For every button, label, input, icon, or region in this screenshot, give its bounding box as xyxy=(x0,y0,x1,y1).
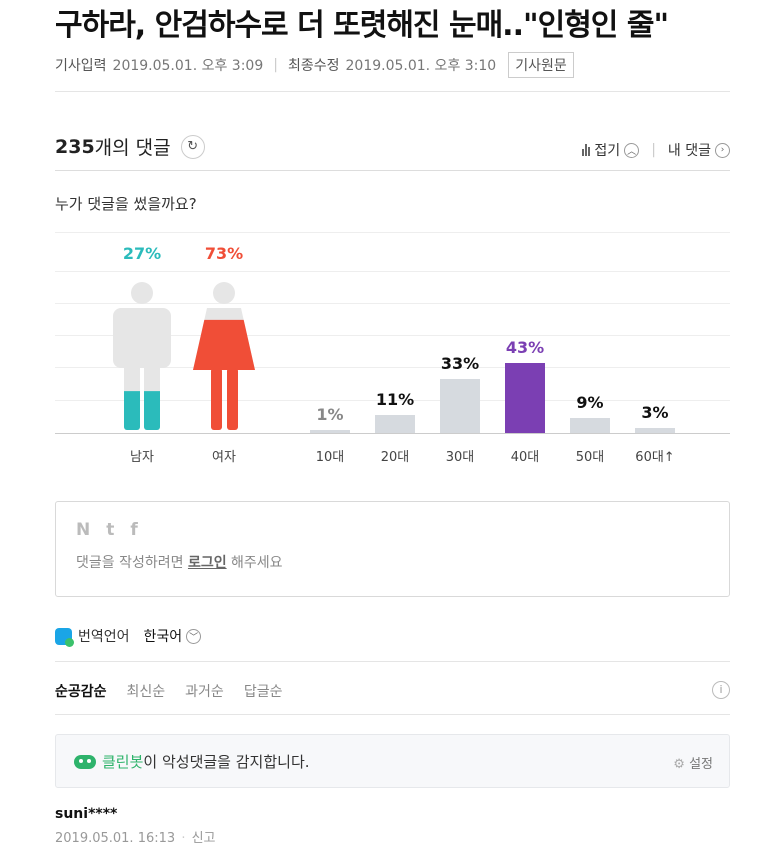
age-bar-value: 43% xyxy=(505,338,545,357)
sns-icons: N t f xyxy=(76,520,138,540)
original-article-button[interactable]: 기사원문 xyxy=(508,52,574,78)
tab-newest[interactable]: 최신순 xyxy=(127,681,166,701)
facebook-icon[interactable]: f xyxy=(130,520,137,540)
divider xyxy=(55,661,730,662)
age-category-label: 10대 xyxy=(315,450,345,465)
comment-meta: 2019.05.01. 16:13 · 신고 xyxy=(55,827,216,846)
login-prefix: 댓글을 작성하려면 xyxy=(76,555,188,571)
report-link[interactable]: 신고 xyxy=(192,831,216,846)
comment-count-number: 235 xyxy=(55,135,95,158)
bar-chart-icon xyxy=(582,144,591,156)
meta-dot: · xyxy=(181,831,186,846)
login-link[interactable]: 로그인 xyxy=(188,555,227,571)
my-comments-link[interactable]: 내 댓글 xyxy=(668,140,711,160)
naver-icon[interactable]: N xyxy=(76,520,90,540)
age-bar xyxy=(635,428,675,433)
settings-label: 설정 xyxy=(689,757,713,772)
age-category-label: 40대 xyxy=(510,450,540,465)
grid-line xyxy=(55,271,730,272)
translation-label: 번역언어 xyxy=(78,629,130,645)
comment-username[interactable]: suni**** xyxy=(55,806,117,822)
chevron-right-icon[interactable]: › xyxy=(715,142,730,158)
login-suffix: 해주세요 xyxy=(226,555,283,571)
cleanbot-box: 클린봇 이 악성댓글을 감지합니다. ⚙ 설정 xyxy=(55,734,730,788)
female-percent: 73% xyxy=(204,244,244,263)
male-percent: 27% xyxy=(122,244,162,263)
comment-count-suffix: 개의 댓글 xyxy=(94,137,171,159)
age-bar xyxy=(570,418,610,433)
male-label: 남자 xyxy=(130,450,154,465)
age-bar-value: 33% xyxy=(440,354,480,374)
sort-tabs: 순공감순 최신순 과거순 답글순 xyxy=(55,681,282,701)
cleanbot-message: 클린봇 이 악성댓글을 감지합니다. xyxy=(74,751,310,772)
fold-button[interactable]: 접기 xyxy=(594,140,620,160)
tab-replies[interactable]: 답글순 xyxy=(244,681,283,701)
comment-login-box[interactable]: N t f 댓글을 작성하려면 로그인 해주세요 xyxy=(55,501,730,597)
cleanbot-name[interactable]: 클린봇 xyxy=(102,751,143,772)
translation-select[interactable]: 한국어 xyxy=(144,626,183,646)
divider xyxy=(55,91,730,92)
chart-baseline xyxy=(55,433,730,434)
age-bar-value: 11% xyxy=(375,390,415,410)
twitter-icon[interactable]: t xyxy=(106,520,114,540)
cleanbot-text: 이 악성댓글을 감지합니다. xyxy=(143,753,310,771)
divider xyxy=(55,170,730,171)
comment-date: 2019.05.01. 16:13 xyxy=(55,831,176,846)
age-category-label: 60대↑ xyxy=(635,450,675,465)
age-bar xyxy=(440,379,480,433)
age-bar-value: 3% xyxy=(641,403,669,423)
translation-bar: 번역언어 한국어 ﹀ xyxy=(55,626,202,647)
modified-label: 최종수정 xyxy=(287,58,340,74)
age-bar-value: 9% xyxy=(576,393,604,413)
input-time: 2019.05.01. 오후 3:09 xyxy=(112,58,264,74)
comment-header-links: 접기 ︿ | 내 댓글 › xyxy=(582,140,730,160)
gear-icon: ⚙ xyxy=(673,757,685,772)
article-title: 구하라, 안검하수로 더 또렷해진 눈매.."인형인 줄" xyxy=(55,8,669,43)
male-figure-icon xyxy=(113,282,171,430)
login-message: 댓글을 작성하려면 로그인 해주세요 xyxy=(76,552,283,572)
divider xyxy=(55,714,730,715)
cleanbot-icon xyxy=(74,754,96,769)
age-bar xyxy=(310,430,350,433)
refresh-icon[interactable]: ↻ xyxy=(180,134,205,159)
age-bar xyxy=(505,363,545,433)
comment-count: 235 개의 댓글 ↻ xyxy=(55,133,205,160)
tab-oldest[interactable]: 과거순 xyxy=(185,681,224,701)
modified-time: 2019.05.01. 오후 3:10 xyxy=(345,58,497,74)
meta-divider: | xyxy=(273,57,278,73)
age-category-label: 50대 xyxy=(575,450,605,465)
age-category-label: 20대 xyxy=(380,450,410,465)
age-bar-value: 1% xyxy=(316,405,344,424)
female-figure-icon xyxy=(193,282,255,430)
input-label: 기사입력 xyxy=(55,58,107,74)
age-category-label: 30대 xyxy=(445,450,475,465)
article-meta: 기사입력 2019.05.01. 오후 3:09 | 최종수정 2019.05.… xyxy=(55,52,574,78)
grid-line xyxy=(55,232,730,233)
info-icon[interactable]: i xyxy=(712,681,730,699)
link-divider: | xyxy=(651,142,656,158)
chevron-up-icon[interactable]: ︿ xyxy=(624,142,640,158)
translate-icon xyxy=(55,627,74,647)
chevron-down-icon[interactable]: ﹀ xyxy=(186,628,202,644)
age-bar xyxy=(375,415,415,433)
female-label: 여자 xyxy=(212,450,236,465)
cleanbot-settings-button[interactable]: ⚙ 설정 xyxy=(673,753,713,772)
who-wrote-heading: 누가 댓글을 썼을까요? xyxy=(55,195,197,213)
tab-likes[interactable]: 순공감순 xyxy=(55,681,107,701)
